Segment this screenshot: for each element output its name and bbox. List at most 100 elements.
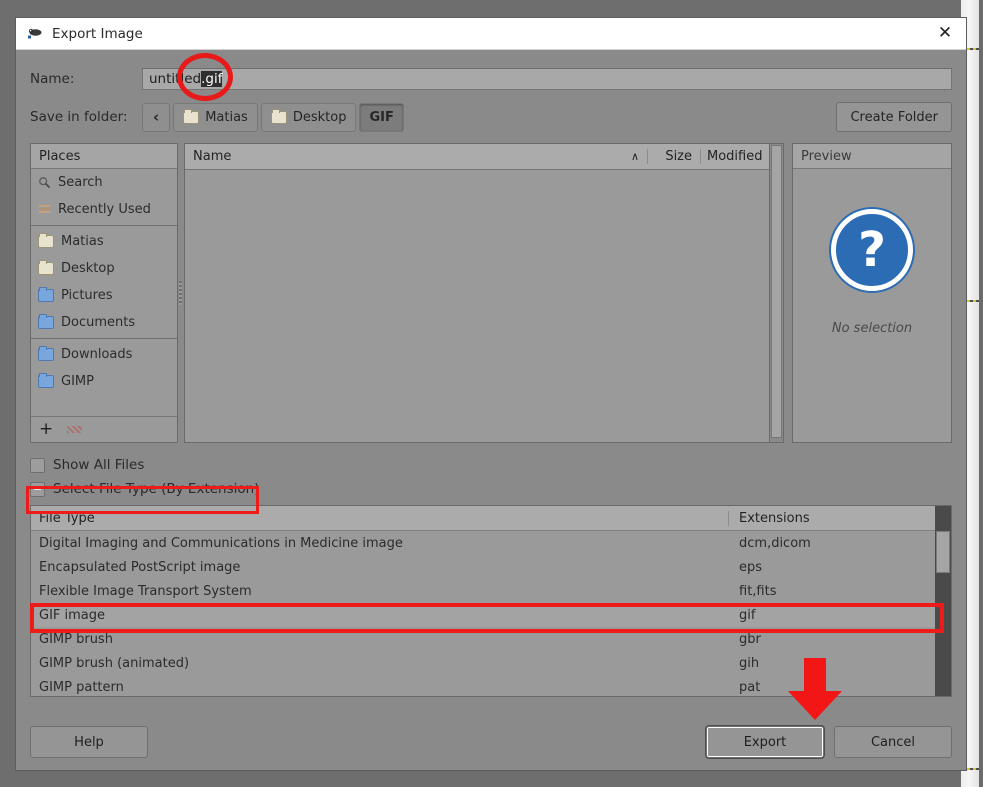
places-footer: + <box>31 416 177 442</box>
folder-icon <box>183 108 200 124</box>
breadcrumb-item-gif[interactable]: GIF <box>359 102 404 132</box>
search-icon <box>38 176 51 189</box>
desktop-background-edge <box>979 0 983 787</box>
folder-icon <box>270 108 287 124</box>
sidebar-item-label: Documents <box>61 315 136 330</box>
sidebar-item-label: GIMP <box>61 374 94 389</box>
column-header-name-label: Name <box>193 149 232 164</box>
save-in-folder-row: Save in folder: ‹ Matias Desktop GIF Cre… <box>30 96 952 138</box>
show-all-files-checkbox[interactable]: Show All Files <box>30 453 952 477</box>
sort-ascending-icon: ∧ <box>630 150 639 163</box>
sidebar-item-desktop[interactable]: Desktop <box>31 255 177 282</box>
table-row[interactable]: GIMP pattern pat <box>31 675 935 699</box>
breadcrumb-item-label: GIF <box>369 109 394 125</box>
folder-icon <box>38 314 54 329</box>
folder-icon <box>38 233 54 248</box>
remove-bookmark-icon[interactable] <box>67 426 83 433</box>
folder-icon <box>38 346 54 361</box>
places-list: Search Recently Used Matias Desktop Pict… <box>31 169 177 416</box>
column-header-extensions[interactable]: Extensions <box>728 510 935 526</box>
name-label: Name: <box>30 71 75 87</box>
breadcrumb-item-label: Matias <box>205 109 248 125</box>
table-row-gif-image[interactable]: GIF image gif <box>31 603 935 627</box>
file-type-name: Digital Imaging and Communications in Me… <box>39 535 403 551</box>
file-type-name: GIMP brush (animated) <box>39 655 190 671</box>
table-row[interactable]: Flexible Image Transport System fit,fits <box>31 579 935 603</box>
sidebar-item-label: Downloads <box>61 347 133 362</box>
column-header-size[interactable]: Size <box>647 149 700 164</box>
select-file-type-expander[interactable]: Select File Type (By Extension) <box>30 477 952 501</box>
filename-prefix: untitled <box>149 71 202 87</box>
scrollbar-thumb[interactable] <box>771 145 782 439</box>
sidebar-item-pictures[interactable]: Pictures <box>31 282 177 309</box>
breadcrumb-back-button[interactable]: ‹ <box>142 102 171 132</box>
file-type-extensions: fit,fits <box>739 583 777 599</box>
breadcrumb-item-matias[interactable]: Matias <box>173 102 258 132</box>
table-row[interactable]: GIMP brush (animated) gih <box>31 651 935 675</box>
sidebar-item-label: Recently Used <box>58 202 151 217</box>
file-type-extensions: gih <box>739 655 760 671</box>
gimp-wilber-icon <box>26 25 44 43</box>
file-type-name: Encapsulated PostScript image <box>39 559 241 575</box>
folder-icon <box>38 260 54 275</box>
sidebar-item-documents[interactable]: Documents <box>31 309 177 336</box>
file-list-scrollbar[interactable] <box>770 143 784 443</box>
places-sidebar: Places Search Recently Used Matias Deskt… <box>30 143 178 443</box>
column-header-modified[interactable]: Modified <box>700 149 769 164</box>
column-header-name[interactable]: Name ∧ <box>185 149 647 164</box>
file-list: Name ∧ Size Modified <box>184 143 770 443</box>
expander-collapse-icon <box>30 481 45 497</box>
dialog-title: Export Image <box>52 25 143 42</box>
breadcrumb: ‹ Matias Desktop GIF <box>142 102 407 132</box>
file-type-extensions: gbr <box>739 631 761 647</box>
export-button[interactable]: Export <box>706 726 824 758</box>
sidebar-item-matias[interactable]: Matias <box>31 228 177 255</box>
dialog-body: Name: untitled .gif Save in folder: ‹ Mat… <box>16 50 966 770</box>
filename-extension-selected: .gif <box>201 71 223 87</box>
pane-splitter[interactable] <box>178 143 184 443</box>
file-browser: Places Search Recently Used Matias Deskt… <box>30 143 952 443</box>
preview-caption: No selection <box>831 321 913 336</box>
file-type-extensions: eps <box>739 559 763 575</box>
table-row[interactable]: Encapsulated PostScript image eps <box>31 555 935 579</box>
dialog-action-bar: Help Export Cancel <box>30 726 952 758</box>
places-separator <box>31 225 177 226</box>
column-header-file-type[interactable]: File Type <box>31 511 728 526</box>
sidebar-item-downloads[interactable]: Downloads <box>31 341 177 368</box>
sidebar-item-search[interactable]: Search <box>31 169 177 196</box>
sidebar-item-gimp[interactable]: GIMP <box>31 368 177 395</box>
cancel-button[interactable]: Cancel <box>834 726 952 758</box>
add-bookmark-icon[interactable]: + <box>39 421 53 438</box>
sidebar-item-label: Desktop <box>61 261 115 276</box>
folder-icon <box>38 287 54 302</box>
close-icon[interactable]: ✕ <box>930 21 960 47</box>
preview-panel: Preview ? No selection <box>792 143 952 443</box>
options-section: Show All Files Select File Type (By Exte… <box>30 453 952 501</box>
dialog-titlebar: Export Image ✕ <box>16 18 966 50</box>
filename-input[interactable]: untitled .gif <box>142 68 952 90</box>
help-button[interactable]: Help <box>30 726 148 758</box>
create-folder-button[interactable]: Create Folder <box>836 102 952 132</box>
file-type-name: Flexible Image Transport System <box>39 583 252 599</box>
sidebar-item-label: Pictures <box>61 288 113 303</box>
breadcrumb-item-desktop[interactable]: Desktop <box>260 102 357 132</box>
sidebar-item-label: Search <box>58 175 103 190</box>
file-type-name: GIF image <box>39 607 106 623</box>
file-type-scrollbar[interactable] <box>935 506 951 696</box>
file-type-name: GIMP pattern <box>39 679 124 695</box>
table-row[interactable]: Digital Imaging and Communications in Me… <box>31 531 935 555</box>
file-list-body[interactable] <box>185 170 769 442</box>
checkbox-icon <box>30 457 45 473</box>
file-type-name: GIMP brush <box>39 631 113 647</box>
preview-body: ? No selection <box>793 169 951 442</box>
name-row: Name: untitled .gif <box>30 50 952 96</box>
file-type-table-header: File Type Extensions <box>31 506 935 531</box>
select-file-type-label: Select File Type (By Extension) <box>53 481 260 497</box>
sidebar-item-recently-used[interactable]: Recently Used <box>31 196 177 223</box>
scrollbar-thumb[interactable] <box>936 531 950 573</box>
export-image-dialog: Export Image ✕ Name: untitled .gif Save i… <box>16 18 966 770</box>
save-in-folder-label: Save in folder: <box>30 109 128 125</box>
places-separator <box>31 338 177 339</box>
table-row[interactable]: GIMP brush gbr <box>31 627 935 651</box>
file-type-extensions: pat <box>739 679 761 695</box>
